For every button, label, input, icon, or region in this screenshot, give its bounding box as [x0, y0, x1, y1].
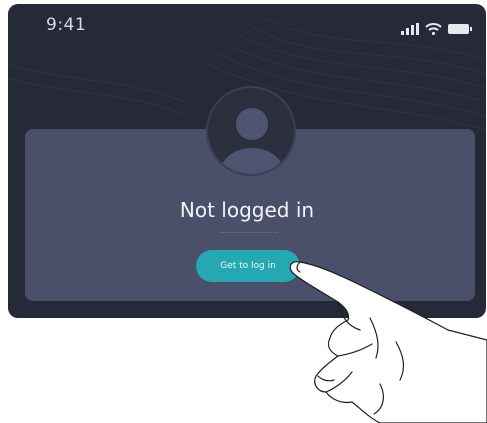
- status-icons: [401, 20, 472, 39]
- phone-screen: 9:41 Not logged in Get to log in: [8, 4, 486, 318]
- wifi-icon: [425, 20, 442, 39]
- user-avatar-icon: [206, 86, 296, 176]
- scene: 9:41 Not logged in Get to log in: [0, 0, 487, 423]
- subtitle-placeholder: [220, 232, 278, 233]
- avatar-head: [236, 108, 268, 140]
- signal-icon: [401, 20, 419, 39]
- login-button[interactable]: Get to log in: [196, 250, 300, 282]
- status-bar: 9:41: [8, 4, 486, 44]
- login-status-title: Not logged in: [179, 198, 315, 222]
- status-time: 9:41: [46, 15, 87, 35]
- battery-icon: [448, 20, 472, 39]
- avatar-body: [220, 148, 284, 174]
